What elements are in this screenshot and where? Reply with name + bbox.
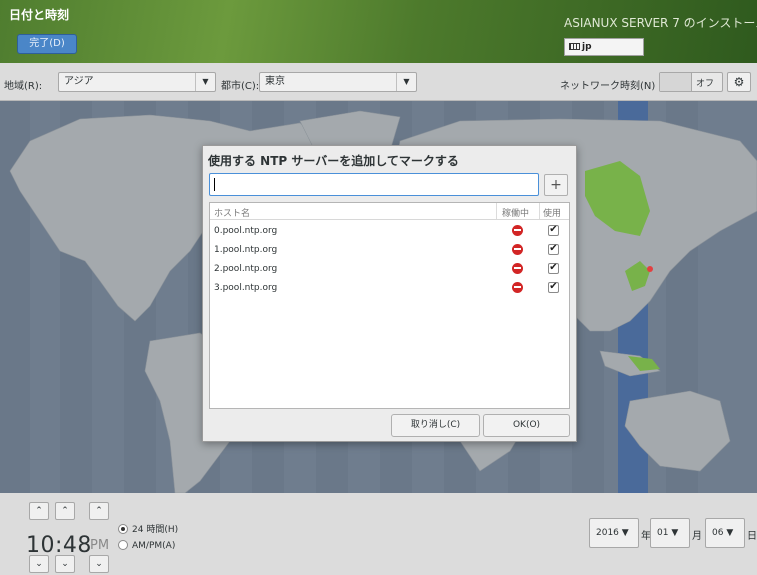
dialog-title: 使用する NTP サーバーを追加してマークする [208,154,459,168]
day-select[interactable]: 06 ▼ [705,518,745,548]
host-name: 3.pool.ntp.org [214,283,278,293]
text-cursor [214,178,215,191]
minute-up-button[interactable]: ⌃ [55,502,75,520]
timezone-toolbar: 地域(R): アジア ▼ 都市(C): 東京 ▼ ネットワーク時刻(N) オフ … [0,63,757,101]
host-name: 2.pool.ntp.org [214,264,278,274]
column-use[interactable]: 使用 [543,206,561,219]
minute-down-button[interactable]: ⌄ [55,555,75,573]
radio-selected-icon [118,524,128,534]
chevron-down-icon: ▼ [195,73,215,91]
toggle-knob [660,73,692,91]
column-separator [539,203,540,219]
region-select[interactable]: アジア ▼ [58,72,216,92]
month-value: 01 [657,528,669,538]
ampm-display: PM [90,538,110,553]
list-item[interactable]: 0.pool.ntp.org ✔ [210,221,569,240]
ntp-config-button[interactable]: ⚙ [727,72,751,92]
gear-icon: ⚙ [733,75,745,89]
list-item[interactable]: 1.pool.ntp.org ✔ [210,240,569,259]
chevron-down-icon: ▼ [671,528,679,538]
ampm-up-button[interactable]: ⌃ [89,502,109,520]
column-host[interactable]: ホスト名 [214,206,250,219]
cancel-button[interactable]: 取り消し(C) [391,414,480,437]
add-server-button[interactable]: + [544,174,568,196]
region-label: 地域(R): [4,81,43,92]
day-value: 06 [712,528,724,538]
stop-status-icon [512,244,523,255]
time-date-bar: ⌃ ⌃ ⌃ 10:48 PM ⌄ ⌄ ⌄ 24 時間(H) AM/PM(A) 2… [0,493,757,575]
chevron-down-icon: ▼ [726,528,734,538]
network-time-toggle[interactable]: オフ [659,72,723,92]
month-unit: 月 [692,531,702,542]
done-button[interactable]: 完了(D) [17,34,77,54]
ok-button[interactable]: OK(O) [483,414,570,437]
stop-status-icon [512,263,523,274]
network-time-label: ネットワーク時刻(N) [560,81,656,92]
city-select[interactable]: 東京 ▼ [259,72,417,92]
toggle-state: オフ [695,79,714,89]
use-checkbox[interactable]: ✔ [548,263,559,274]
region-value: アジア [64,76,94,87]
list-item[interactable]: 2.pool.ntp.org ✔ [210,259,569,278]
plus-icon: + [550,177,562,193]
chevron-down-icon: ▼ [396,73,416,91]
chevron-down-icon: ▼ [621,528,629,538]
day-unit: 日 [747,531,757,542]
year-select[interactable]: 2016 ▼ [589,518,639,548]
ampm-down-button[interactable]: ⌄ [89,555,109,573]
city-label: 都市(C): [221,81,260,92]
list-item[interactable]: 3.pool.ntp.org ✔ [210,278,569,297]
use-checkbox[interactable]: ✔ [548,244,559,255]
hour-up-button[interactable]: ⌃ [29,502,49,520]
stop-status-icon [512,225,523,236]
year-value: 2016 [596,528,619,538]
list-header: ホスト名 稼働中 使用 [210,203,569,220]
stop-status-icon [512,282,523,293]
host-name: 1.pool.ntp.org [214,245,278,255]
use-checkbox[interactable]: ✔ [548,282,559,293]
header-bar: 日付と時刻 完了(D) ASIANUX SERVER 7 のインストール jp [0,0,757,63]
format-ampm-label: AM/PM(A) [132,541,176,551]
keyboard-layout-indicator[interactable]: jp [564,38,644,56]
ntp-server-list: ホスト名 稼働中 使用 0.pool.ntp.org ✔ 1.pool.ntp.… [209,202,570,409]
keyboard-layout-label: jp [582,42,592,52]
product-title: ASIANUX SERVER 7 のインストール [564,16,757,30]
keyboard-icon [569,43,580,50]
radio-unselected-icon [118,540,128,550]
host-name: 0.pool.ntp.org [214,226,278,236]
month-select[interactable]: 01 ▼ [650,518,690,548]
column-separator [496,203,497,219]
city-value: 東京 [265,76,285,87]
format-24h-label: 24 時間(H) [132,525,179,535]
format-24h-radio[interactable]: 24 時間(H) [118,522,178,535]
use-checkbox[interactable]: ✔ [548,225,559,236]
hour-down-button[interactable]: ⌄ [29,555,49,573]
format-ampm-radio[interactable]: AM/PM(A) [118,540,175,551]
page-title: 日付と時刻 [9,8,70,22]
ntp-server-dialog: 使用する NTP サーバーを追加してマークする + ホスト名 稼働中 使用 0.… [202,145,577,442]
column-working[interactable]: 稼働中 [502,206,529,219]
ntp-server-input[interactable] [209,173,539,196]
location-marker [647,266,653,272]
